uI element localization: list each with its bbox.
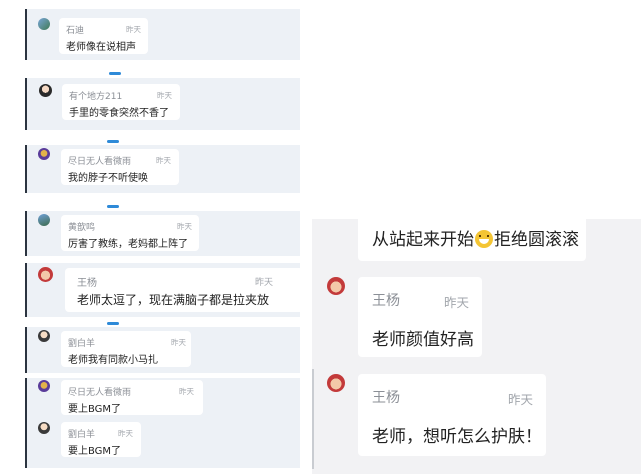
avatar[interactable] <box>38 18 50 30</box>
chat-panel: 从站起来开始 拒绝圆滚滚 王杨 昨天 老师颜值好高 王杨 昨天 老师，想听怎么护肤… <box>312 219 641 474</box>
comment-bubble: 有个地方211 昨天 手里的零食突然不香了 <box>62 84 180 120</box>
chat-bubble: 王杨 昨天 老师颜值好高 <box>358 277 482 357</box>
avatar[interactable] <box>327 277 345 295</box>
comment-time: 昨天 <box>118 429 133 438</box>
comment-bubble: 黄歆鸣 昨天 厉害了教练，老妈都上阵了 <box>61 215 199 251</box>
avatar[interactable] <box>38 267 53 282</box>
comment-bubble: 劉白羊 昨天 老师我有同款小马扎 <box>61 331 191 367</box>
comment-text: 厉害了教练，老妈都上阵了 <box>68 239 188 250</box>
avatar[interactable] <box>38 214 50 226</box>
comment-strip: 有个地方211 昨天 手里的零食突然不香了 <box>25 78 300 130</box>
comment-strip: 石迪 昨天 老师像在说相声 <box>25 9 300 60</box>
message-time: 昨天 <box>444 295 470 310</box>
chat-text: 从站起来开始 拒绝圆滚滚 <box>372 225 579 250</box>
comment-bubble: 石迪 昨天 老师像在说相声 <box>59 18 148 54</box>
commenter-name: 尽日无人看微雨 <box>68 157 132 167</box>
commenter-name: 有个地方211 <box>69 92 123 102</box>
comment-text: 老师太逗了，现在满脑子都是拉夹放 <box>77 293 270 307</box>
comment-time: 昨天 <box>179 387 194 396</box>
message-time: 昨天 <box>508 392 534 407</box>
divider-line <box>312 369 314 469</box>
comment-strip: 王杨 昨天 老师太逗了，现在满脑子都是拉夹放 <box>25 263 300 317</box>
chat-bubble: 从站起来开始 拒绝圆滚滚 <box>358 219 586 261</box>
chat-bubble: 王杨 昨天 老师，想听怎么护肤！ <box>358 374 546 456</box>
comment-time: 昨天 <box>126 25 141 34</box>
avatar[interactable] <box>38 380 50 392</box>
commenter-name: 黄歆鸣 <box>68 223 96 233</box>
message-text: 老师，想听怎么护肤！ <box>372 427 542 447</box>
comment-text: 我的脖子不听使唤 <box>68 173 148 184</box>
divider-bar <box>107 322 119 325</box>
grinning-face-icon <box>475 230 493 248</box>
chat-text-part: 从站起来开始 <box>372 230 474 250</box>
sender-name: 王杨 <box>372 293 400 309</box>
avatar[interactable] <box>327 374 345 392</box>
avatar[interactable] <box>38 422 50 434</box>
comment-time: 昨天 <box>157 91 172 100</box>
commenter-name: 尽日无人看微雨 <box>68 388 132 398</box>
comment-bubble: 尽日无人看微雨 昨天 我的脖子不听使唤 <box>61 149 179 185</box>
divider-bar <box>107 205 119 208</box>
sender-name: 王杨 <box>372 390 400 406</box>
comment-bubble: 劉白羊 昨天 要上BGM了 <box>61 422 141 457</box>
comment-time: 昨天 <box>156 156 171 165</box>
comment-text: 手里的零食突然不香了 <box>69 108 169 119</box>
chat-text-part: 拒绝圆滚滚 <box>494 230 579 250</box>
divider-bar <box>109 72 121 75</box>
divider-bar <box>107 140 119 143</box>
comment-text: 老师我有同款小马扎 <box>68 355 158 366</box>
avatar[interactable] <box>38 330 50 342</box>
avatar[interactable] <box>39 84 52 97</box>
comment-strip: 黄歆鸣 昨天 厉害了教练，老妈都上阵了 <box>25 211 300 256</box>
comment-text: 要上BGM了 <box>68 446 122 457</box>
comment-time: 昨天 <box>171 338 186 347</box>
comment-time: 昨天 <box>255 278 274 288</box>
comment-text: 要上BGM了 <box>68 404 122 415</box>
commenter-name: 劉白羊 <box>68 430 96 440</box>
commenter-name: 劉白羊 <box>68 339 96 349</box>
comment-strip: 劉白羊 昨天 老师我有同款小马扎 <box>25 327 300 373</box>
comment-strip: 尽日无人看微雨 昨天 我的脖子不听使唤 <box>25 145 300 193</box>
screenshot-collage: { "left_comments": [ {"name": "石迪", "tim… <box>0 0 641 474</box>
message-text: 老师颜值好高 <box>372 330 474 350</box>
comment-bubble: 王杨 昨天 老师太逗了，现在满脑子都是拉夹放 <box>65 268 300 312</box>
comment-text: 老师像在说相声 <box>66 42 136 53</box>
avatar[interactable] <box>38 148 50 160</box>
comment-time: 昨天 <box>177 222 192 231</box>
comment-bubble: 尽日无人看微雨 昨天 要上BGM了 <box>61 380 203 415</box>
commenter-name: 石迪 <box>66 26 85 36</box>
commenter-name: 王杨 <box>77 278 97 289</box>
comment-strip: 尽日无人看微雨 昨天 要上BGM了 劉白羊 昨天 要上BGM了 <box>25 378 300 468</box>
